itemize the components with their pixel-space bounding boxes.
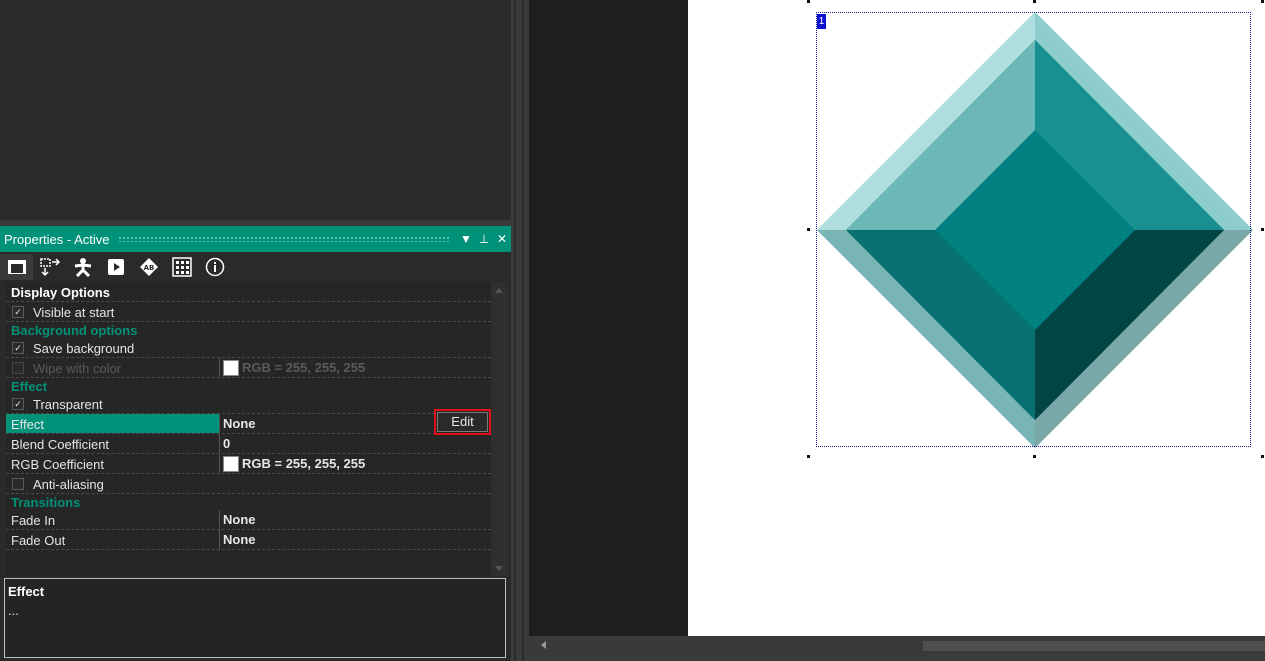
property-transparent[interactable]: ✓ Transparent	[6, 394, 491, 414]
property-grid: Display Options ✓ Visible at start Backg…	[6, 282, 491, 576]
anti-aliasing-checkbox[interactable]	[12, 478, 24, 490]
subcategory-label: Background options	[11, 323, 138, 338]
pin-icon[interactable]: ⊥	[475, 232, 493, 246]
resize-handle[interactable]	[1261, 455, 1264, 458]
edit-button[interactable]: Edit	[434, 409, 491, 435]
chevron-down-icon[interactable]: ▼	[457, 232, 475, 246]
property-value: None	[219, 530, 256, 549]
splitter-line	[514, 0, 516, 661]
property-label: Wipe with color	[33, 361, 122, 376]
wipe-with-color-checkbox	[12, 362, 24, 374]
property-value: RGB = 255, 255, 255	[219, 358, 365, 377]
property-save-background[interactable]: ✓ Save background	[6, 338, 491, 358]
subcategory-label: Transitions	[11, 495, 81, 510]
resize-handle[interactable]	[807, 0, 810, 3]
property-value: RGB = 255, 255, 255	[219, 454, 365, 473]
property-effect[interactable]: Effect None Edit	[6, 409, 491, 435]
scrollbar-thumb[interactable]	[923, 641, 1265, 651]
subcategory-transitions: Transitions	[6, 494, 491, 510]
subcategory-label: Effect	[11, 379, 48, 394]
property-label: Blend Coefficient	[11, 437, 110, 452]
property-label: RGB Coefficient	[11, 457, 104, 472]
resize-handle[interactable]	[1033, 455, 1036, 458]
color-swatch[interactable]	[223, 455, 239, 472]
display-icon[interactable]	[0, 254, 33, 280]
scroll-up-icon[interactable]	[495, 288, 503, 293]
panel-title: Properties - Active	[4, 231, 110, 247]
property-label: Effect	[11, 417, 45, 432]
frame-canvas[interactable]: 1	[688, 0, 1265, 636]
resize-handle[interactable]	[807, 455, 810, 458]
property-label: Transparent	[33, 397, 103, 412]
runtime-icon[interactable]	[66, 254, 99, 280]
save-background-checkbox[interactable]: ✓	[12, 342, 24, 354]
category-display-options[interactable]: Display Options	[6, 282, 491, 302]
subcategory-background-options: Background options	[6, 322, 491, 338]
about-icon[interactable]: AB	[132, 254, 165, 280]
property-visible-at-start[interactable]: ✓ Visible at start	[6, 302, 491, 322]
description-text: ...	[8, 603, 19, 618]
property-label: Fade In	[11, 513, 56, 528]
property-value: 0	[219, 434, 230, 453]
property-anti-aliasing[interactable]: Anti-aliasing	[6, 474, 491, 494]
resize-handle[interactable]	[807, 228, 810, 231]
scroll-down-icon[interactable]	[495, 566, 503, 571]
resize-handle[interactable]	[1261, 0, 1264, 3]
horizontal-scrollbar[interactable]	[529, 636, 1265, 661]
resize-handle[interactable]	[1033, 0, 1036, 3]
property-wipe-with-color: Wipe with color RGB = 255, 255, 255	[6, 358, 491, 378]
property-value: None	[219, 414, 256, 433]
property-fade-in[interactable]: Fade In None	[6, 510, 491, 530]
close-icon[interactable]: ✕	[493, 232, 511, 246]
category-label: Display Options	[11, 285, 110, 300]
svg-text:AB: AB	[143, 264, 154, 272]
vertical-splitter[interactable]	[511, 0, 529, 661]
properties-titlebar[interactable]: Properties - Active ▼ ⊥ ✕	[0, 226, 511, 252]
property-label: Anti-aliasing	[33, 477, 104, 492]
title-grip	[117, 236, 449, 242]
visible-at-start-checkbox[interactable]: ✓	[12, 306, 24, 318]
property-fade-out[interactable]: Fade Out None	[6, 530, 491, 550]
play-icon[interactable]	[99, 254, 132, 280]
property-label: Save background	[33, 341, 135, 356]
layer-panel-area	[0, 0, 511, 220]
movement-icon[interactable]	[33, 254, 66, 280]
property-rgb-coefficient[interactable]: RGB Coefficient RGB = 255, 255, 255	[6, 454, 491, 474]
splitter-line	[522, 0, 524, 661]
transparent-checkbox[interactable]: ✓	[12, 398, 24, 410]
object-selection-box	[816, 12, 1251, 447]
property-label: Fade Out	[11, 533, 66, 548]
property-value: None	[219, 510, 256, 529]
resize-handle[interactable]	[1261, 228, 1264, 231]
color-swatch	[223, 359, 239, 376]
subcategory-effect: Effect	[6, 378, 491, 394]
grid-icon[interactable]	[165, 254, 198, 280]
description-title: Effect	[8, 584, 45, 599]
description-pane: Effect ...	[4, 578, 506, 658]
scroll-left-icon[interactable]	[541, 641, 546, 649]
object-number-badge: 1	[817, 14, 826, 29]
property-blend-coefficient[interactable]: Blend Coefficient 0	[6, 434, 491, 454]
property-label: Visible at start	[33, 305, 115, 320]
frame-editor-background	[529, 0, 688, 636]
properties-tabs: AB	[0, 253, 511, 281]
properties-panel: Properties - Active ▼ ⊥ ✕ AB Display Opt	[0, 226, 511, 661]
info-icon[interactable]	[198, 254, 231, 280]
property-grid-scrollbar[interactable]	[491, 282, 508, 576]
